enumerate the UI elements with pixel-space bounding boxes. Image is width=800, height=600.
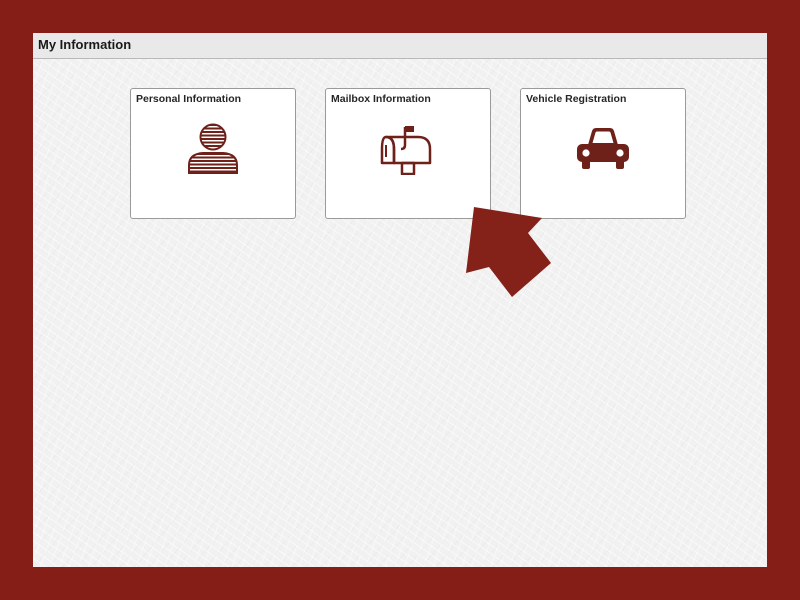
app-window: My Information Personal Information Mail…: [33, 33, 767, 567]
tile-label: Vehicle Registration: [526, 93, 627, 105]
mailbox-icon: [380, 126, 432, 175]
car-icon: [577, 128, 629, 169]
tile-vehicle-registration[interactable]: Vehicle Registration: [520, 88, 686, 219]
tile-mailbox-information[interactable]: Mailbox Information: [325, 88, 491, 219]
person-icon: [188, 123, 238, 174]
tile-label: Personal Information: [136, 93, 242, 105]
title-bar: My Information: [33, 33, 767, 59]
tile-personal-information[interactable]: Personal Information: [130, 88, 296, 219]
page-title: My Information: [38, 37, 132, 52]
tile-label: Mailbox Information: [331, 93, 431, 105]
